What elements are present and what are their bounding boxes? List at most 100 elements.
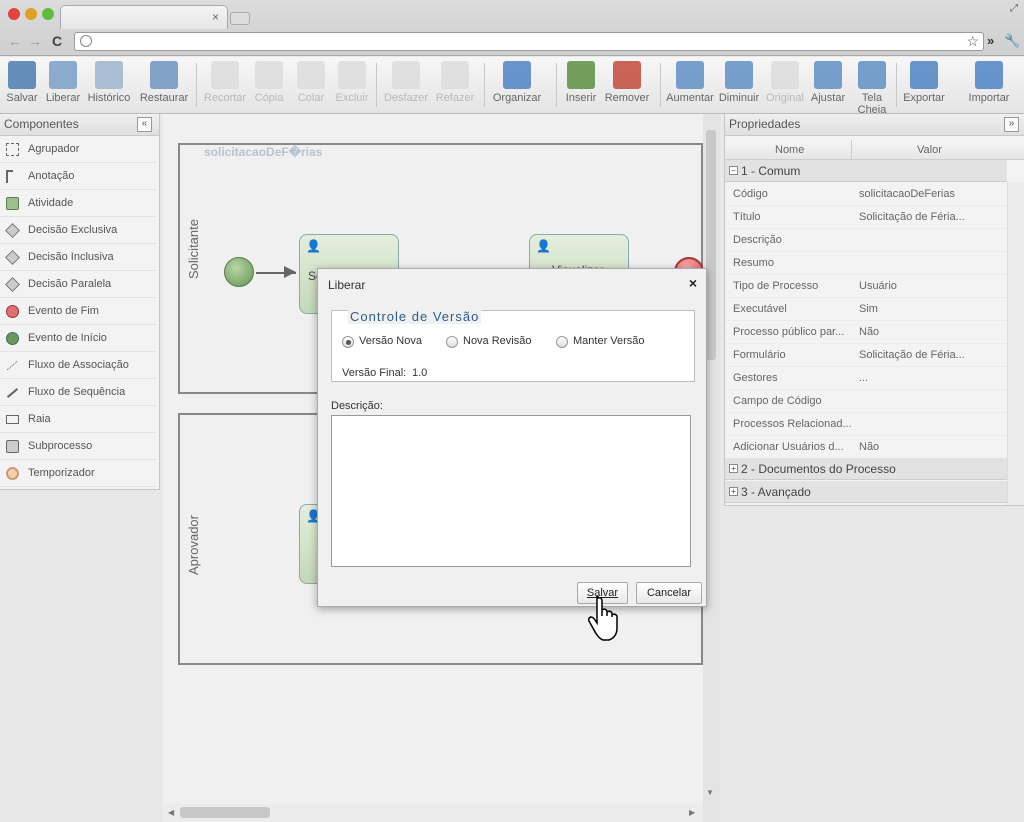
- maximize-window-icon[interactable]: [42, 8, 54, 20]
- component-inclusive-gateway[interactable]: Decisão Inclusiva: [0, 244, 156, 271]
- toolbar-insert-button[interactable]: Inserir: [563, 61, 599, 104]
- toolbar-save-button[interactable]: Salvar: [5, 61, 39, 104]
- more-icon[interactable]: »: [987, 33, 994, 48]
- property-value[interactable]: Sim: [859, 298, 1005, 321]
- start-event[interactable]: [224, 257, 254, 287]
- property-value[interactable]: Não: [859, 321, 1005, 344]
- toolbar-organize-button[interactable]: Organizar: [489, 61, 545, 104]
- components-title: Componentes: [0, 114, 159, 136]
- toolbar-label: Histórico: [87, 92, 131, 104]
- radio-label[interactable]: Manter Versão: [573, 335, 645, 347]
- component-start-event[interactable]: Evento de Início: [0, 325, 156, 352]
- activity-icon: [6, 197, 19, 210]
- component-end-event[interactable]: Evento de Fim: [0, 298, 156, 325]
- toolbar-zoom-out-button[interactable]: Diminuir: [718, 61, 760, 104]
- toolbar-undo-button[interactable]: Desfazer: [382, 61, 430, 104]
- property-row[interactable]: Tipo de Processo Usuário: [725, 275, 1007, 298]
- property-row[interactable]: Gestores...: [725, 367, 1007, 390]
- component-subprocess[interactable]: Subprocesso: [0, 433, 156, 460]
- scroll-down-icon[interactable]: ▼: [706, 788, 714, 797]
- star-icon[interactable]: ☆: [966, 33, 979, 50]
- toolbar-restore-button[interactable]: Restaurar: [137, 61, 191, 104]
- component-sequence-flow[interactable]: Fluxo de Sequência: [0, 379, 156, 406]
- toolbar-zoom-fit-button[interactable]: Ajustar: [810, 61, 846, 104]
- property-value[interactable]: ...: [859, 367, 1005, 390]
- component-label: Agrupador: [28, 143, 80, 155]
- toolbar-redo-button[interactable]: Refazer: [434, 61, 476, 104]
- component-exclusive-gateway[interactable]: Decisão Exclusiva: [0, 217, 156, 244]
- toolbar-export-button[interactable]: Exportar: [901, 61, 947, 104]
- vertical-scroll-thumb[interactable]: [706, 130, 716, 360]
- property-row[interactable]: Adicionar Usuários d... Não: [725, 436, 1007, 459]
- address-bar[interactable]: ☆: [74, 32, 984, 51]
- component-association-flow[interactable]: Fluxo de Associação: [0, 352, 156, 379]
- scroll-right-icon[interactable]: ▶: [689, 808, 695, 817]
- component-annotation[interactable]: Anotação: [0, 163, 156, 190]
- scroll-left-icon[interactable]: ◀: [168, 808, 174, 817]
- properties-scrollbar[interactable]: [1007, 182, 1024, 505]
- horizontal-scrollbar[interactable]: ◀ ▶: [163, 804, 703, 822]
- horizontal-scroll-thumb[interactable]: [180, 807, 270, 818]
- toolbar-fullscreen-button[interactable]: Tela Cheia: [852, 61, 892, 116]
- component-parallel-gateway[interactable]: Decisão Paralela: [0, 271, 156, 298]
- property-row[interactable]: Título Solicitação de Féria...: [725, 206, 1007, 229]
- component-lane[interactable]: Raia: [0, 406, 156, 433]
- expand-section-icon[interactable]: +: [729, 487, 738, 496]
- back-icon[interactable]: ←: [8, 33, 22, 49]
- toolbar-cut-button[interactable]: Recortar: [202, 61, 248, 104]
- toolbar-import-button[interactable]: Importar: [965, 61, 1013, 104]
- radio-label[interactable]: Versão Nova: [359, 335, 422, 347]
- property-row[interactable]: Resumo: [725, 252, 1007, 275]
- radio-versao-nova[interactable]: [342, 336, 354, 348]
- property-value[interactable]: Usuário: [859, 275, 1005, 298]
- toolbar-remove-button[interactable]: Remover: [604, 61, 650, 104]
- toolbar-delete-button[interactable]: Excluir: [333, 61, 371, 104]
- toolbar-zoom-in-button[interactable]: Aumentar: [665, 61, 715, 104]
- property-row[interactable]: Processos Relacionad...: [725, 413, 1007, 436]
- section-documentos[interactable]: + 2 - Documentos do Processo: [725, 458, 1007, 480]
- wrench-icon[interactable]: 🔧: [1004, 33, 1020, 49]
- component-label: Decisão Paralela: [28, 278, 112, 290]
- expand-section-icon[interactable]: +: [729, 464, 738, 473]
- toolbar-paste-button[interactable]: Colar: [295, 61, 327, 104]
- component-group[interactable]: Agrupador: [0, 136, 156, 163]
- description-textarea[interactable]: [331, 415, 691, 567]
- toolbar-release-button[interactable]: Liberar: [44, 61, 82, 104]
- property-row[interactable]: Processo público par... Não: [725, 321, 1007, 344]
- new-tab-button[interactable]: [230, 12, 250, 25]
- collapse-right-button[interactable]: »: [1004, 117, 1019, 132]
- property-value[interactable]: Não: [859, 436, 1005, 459]
- collapse-section-icon[interactable]: −: [729, 166, 738, 175]
- reload-icon[interactable]: C: [52, 33, 62, 49]
- radio-nova-revisao[interactable]: [446, 336, 458, 348]
- close-window-icon[interactable]: [8, 8, 20, 20]
- resize-icon[interactable]: ⤢: [1010, 3, 1018, 14]
- redo-icon: [441, 61, 469, 89]
- property-row[interactable]: Código solicitacaoDeFerias: [725, 183, 1007, 206]
- property-row[interactable]: Descrição: [725, 229, 1007, 252]
- cancel-button[interactable]: Cancelar: [636, 582, 702, 604]
- section-comum[interactable]: − 1 - Comum: [725, 160, 1007, 182]
- minimize-window-icon[interactable]: [25, 8, 37, 20]
- property-row[interactable]: Campo de Código: [725, 390, 1007, 413]
- component-activity[interactable]: Atividade: [0, 190, 156, 217]
- property-value[interactable]: Solicitação de Féria...: [859, 206, 1005, 229]
- toolbar-copy-button[interactable]: Cópia: [253, 61, 285, 104]
- collapse-left-button[interactable]: «: [137, 117, 152, 132]
- radio-manter-versao[interactable]: [556, 336, 568, 348]
- toolbar-label: Refazer: [435, 92, 475, 104]
- radio-label[interactable]: Nova Revisão: [463, 335, 531, 347]
- forward-icon[interactable]: →: [28, 33, 42, 49]
- property-value[interactable]: solicitacaoDeFerias: [859, 183, 1005, 206]
- toolbar-zoom-original-button[interactable]: Original: [765, 61, 805, 104]
- property-value[interactable]: Solicitação de Féria...: [859, 344, 1005, 367]
- component-timer[interactable]: Temporizador: [0, 460, 156, 487]
- section-avancado[interactable]: + 3 - Avançado: [725, 481, 1007, 503]
- property-row[interactable]: Formulário Solicitação de Féria...: [725, 344, 1007, 367]
- property-row[interactable]: Executável Sim: [725, 298, 1007, 321]
- browser-tab[interactable]: ×: [60, 5, 228, 29]
- toolbar-history-button[interactable]: Histórico: [86, 61, 132, 104]
- fullscreen-icon: [858, 61, 886, 89]
- tab-close-icon[interactable]: ×: [212, 10, 219, 24]
- dialog-close-icon[interactable]: ×: [689, 275, 697, 291]
